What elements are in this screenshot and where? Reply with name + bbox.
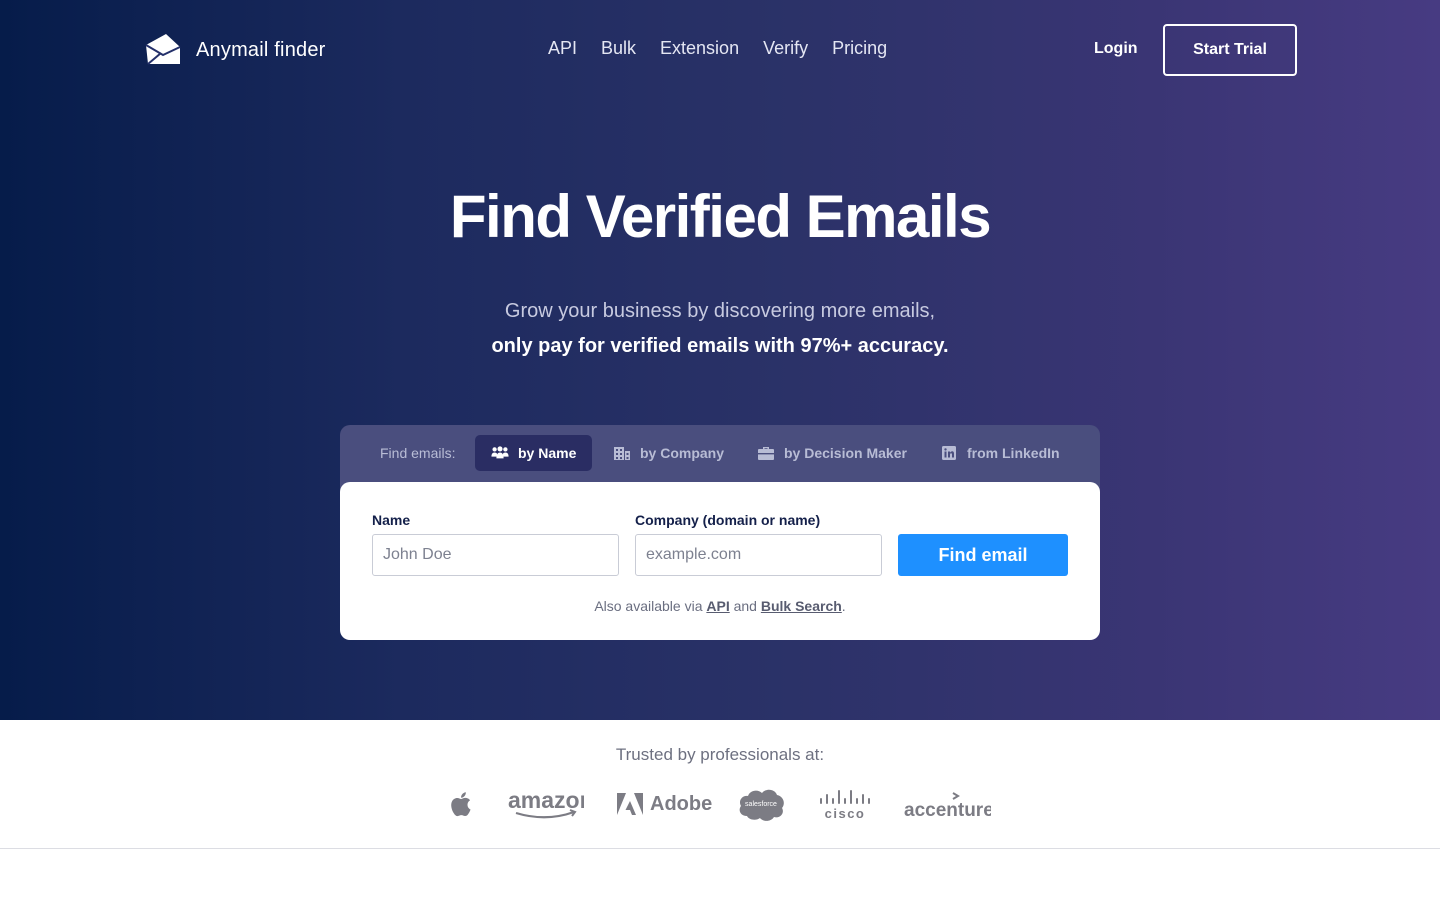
tab-label: by Company bbox=[640, 445, 725, 461]
linkedin-icon bbox=[942, 446, 956, 460]
name-label: Name bbox=[372, 512, 411, 528]
briefcase-icon bbox=[758, 447, 774, 460]
nav-item-extension[interactable]: Extension bbox=[660, 38, 739, 59]
amazon-wordmark-text: amazon bbox=[508, 787, 584, 813]
accenture-wordmark-text: accenture bbox=[904, 800, 991, 821]
adobe-wordmark: Adobe bbox=[650, 792, 713, 815]
section-divider bbox=[0, 848, 1440, 849]
people-icon bbox=[491, 446, 509, 459]
brand-name: Anymail finder bbox=[196, 38, 326, 61]
also-and: and bbox=[733, 598, 757, 614]
also-suffix: . bbox=[841, 598, 846, 614]
salesforce-logo: salesforce bbox=[737, 784, 785, 824]
adobe-logo: Adobe bbox=[617, 784, 712, 824]
tab-by-name[interactable]: by Name bbox=[475, 435, 593, 471]
search-form: Name Company (domain or name) Find email… bbox=[340, 482, 1100, 640]
hero-subtitle-line1: Grow your business by discovering more e… bbox=[504, 300, 936, 322]
nav-item-verify[interactable]: Verify bbox=[763, 38, 808, 59]
cisco-logo: cisco bbox=[818, 784, 872, 824]
main-menu: API Bulk Extension Verify Pricing bbox=[548, 38, 887, 59]
apple-logo bbox=[450, 784, 474, 824]
adobe-icon bbox=[617, 793, 643, 815]
accenture-logo: accenture bbox=[903, 784, 991, 824]
tab-from-linkedin[interactable]: from LinkedIn bbox=[924, 435, 1076, 471]
salesforce-cloud-icon: salesforce bbox=[739, 789, 784, 821]
amazon-wordmark: amazon bbox=[508, 787, 584, 819]
envelope-logo-icon bbox=[145, 34, 181, 65]
also-available-note: Also available via API and Bulk Search. bbox=[340, 598, 1100, 614]
also-prefix: Also available via bbox=[594, 598, 703, 614]
company-input[interactable] bbox=[635, 534, 882, 576]
hero-section: Anymail finder API Bulk Extension Verify… bbox=[0, 0, 1440, 720]
company-label: Company (domain or name) bbox=[635, 512, 821, 528]
tab-by-decision-maker[interactable]: by Decision Maker bbox=[741, 435, 923, 471]
login-link[interactable]: Login bbox=[1094, 40, 1138, 58]
tab-label: by Name bbox=[518, 445, 577, 461]
client-logos: amazon Adobe salesforce cisco accentur bbox=[0, 784, 1440, 824]
cisco-wordmark-text: cisco bbox=[825, 806, 866, 821]
tab-by-company[interactable]: by Company bbox=[597, 435, 740, 471]
nav-item-pricing[interactable]: Pricing bbox=[832, 38, 887, 59]
bulk-search-link[interactable]: Bulk Search bbox=[761, 598, 842, 614]
find-email-button[interactable]: Find email bbox=[898, 534, 1068, 576]
start-trial-button[interactable]: Start Trial bbox=[1163, 24, 1297, 76]
nav-item-api[interactable]: API bbox=[548, 38, 577, 59]
amazon-logo: amazon bbox=[508, 784, 584, 824]
tab-label: by Decision Maker bbox=[784, 445, 907, 461]
name-input[interactable] bbox=[372, 534, 619, 576]
accenture-wordmark: accenture bbox=[904, 792, 991, 821]
tab-label: from LinkedIn bbox=[967, 445, 1060, 461]
nav-item-bulk[interactable]: Bulk bbox=[601, 38, 636, 59]
apple-icon bbox=[451, 792, 471, 817]
page-title: Find Verified Emails bbox=[449, 183, 992, 250]
tabs-label: Find emails: bbox=[380, 445, 456, 461]
salesforce-wordmark-text: salesforce bbox=[745, 801, 777, 808]
api-link[interactable]: API bbox=[706, 598, 729, 614]
brand-logo[interactable]: Anymail finder bbox=[144, 30, 326, 70]
trusted-label: Trusted by professionals at: bbox=[615, 745, 825, 764]
cisco-bars-icon: cisco bbox=[820, 790, 870, 821]
hero-subtitle-line2: only pay for verified emails with 97%+ a… bbox=[491, 335, 949, 357]
top-navigation: Anymail finder API Bulk Extension Verify… bbox=[0, 0, 1440, 100]
building-icon bbox=[614, 447, 630, 460]
